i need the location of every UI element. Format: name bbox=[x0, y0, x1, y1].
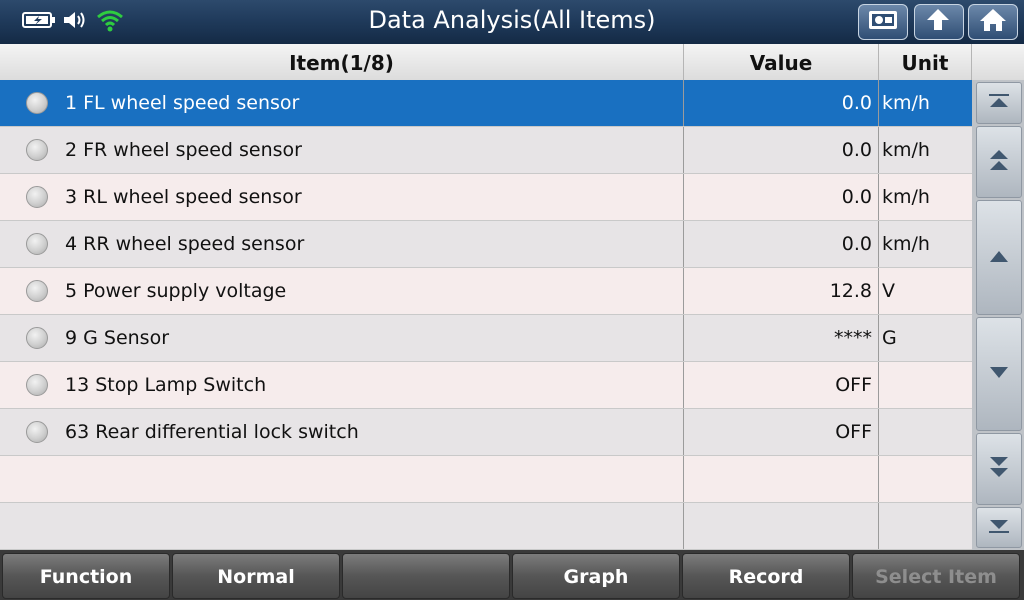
scroll-bottom-icon bbox=[987, 518, 1011, 538]
item-name: 3 RL wheel speed sensor bbox=[0, 174, 684, 220]
item-name: 63 Rear differential lock switch bbox=[0, 409, 684, 455]
table-row[interactable]: 1 FL wheel speed sensor 0.0 km/h bbox=[0, 80, 972, 127]
page-down-button[interactable] bbox=[976, 433, 1022, 505]
item-value: 0.0 bbox=[684, 80, 879, 126]
item-value: OFF bbox=[684, 362, 879, 408]
function-button[interactable]: Function bbox=[2, 553, 170, 599]
item-name: 1 FL wheel speed sensor bbox=[0, 80, 684, 126]
home-button[interactable] bbox=[968, 4, 1018, 40]
blank-button[interactable] bbox=[342, 553, 510, 599]
bottom-toolbar: Function Normal Graph Record Select Item bbox=[0, 550, 1024, 600]
item-name: 5 Power supply voltage bbox=[0, 268, 684, 314]
column-header-spacer bbox=[972, 44, 1024, 80]
line-up-button[interactable] bbox=[976, 200, 1022, 315]
line-down-icon bbox=[988, 365, 1010, 384]
line-up-icon bbox=[988, 248, 1010, 267]
scroll-controls bbox=[972, 80, 1024, 550]
item-name: 2 FR wheel speed sensor bbox=[0, 127, 684, 173]
table-header: Item(1/8) Value Unit bbox=[0, 44, 1024, 81]
report-icon bbox=[867, 8, 899, 36]
item-value: **** bbox=[684, 315, 879, 361]
table-row[interactable]: 3 RL wheel speed sensor 0.0 km/h bbox=[0, 174, 972, 221]
item-unit: km/h bbox=[882, 186, 930, 208]
report-button[interactable] bbox=[858, 4, 908, 40]
back-arrow-icon bbox=[925, 7, 953, 37]
scroll-top-icon bbox=[987, 93, 1011, 113]
item-value: OFF bbox=[684, 409, 879, 455]
item-value: 0.0 bbox=[684, 221, 879, 267]
table-row[interactable]: 9 G Sensor **** G bbox=[0, 315, 972, 362]
home-icon bbox=[979, 7, 1007, 37]
table-row[interactable]: 4 RR wheel speed sensor 0.0 km/h bbox=[0, 221, 972, 268]
table-row[interactable]: 63 Rear differential lock switch OFF bbox=[0, 409, 972, 456]
item-value: 0.0 bbox=[684, 127, 879, 173]
page-up-icon bbox=[988, 148, 1010, 176]
back-button[interactable] bbox=[914, 4, 964, 40]
record-button[interactable]: Record bbox=[682, 553, 850, 599]
item-unit: km/h bbox=[882, 233, 930, 255]
column-header-item: Item(1/8) bbox=[0, 44, 684, 80]
item-unit: V bbox=[882, 280, 895, 302]
item-unit: G bbox=[882, 327, 897, 349]
scroll-top-button[interactable] bbox=[976, 82, 1022, 124]
page-up-button[interactable] bbox=[976, 126, 1022, 198]
item-value: 12.8 bbox=[684, 268, 879, 314]
empty-row bbox=[0, 503, 972, 550]
graph-button[interactable]: Graph bbox=[512, 553, 680, 599]
scroll-bottom-button[interactable] bbox=[976, 507, 1022, 548]
item-unit bbox=[879, 409, 972, 455]
item-name: 9 G Sensor bbox=[0, 315, 684, 361]
select-item-button[interactable]: Select Item bbox=[852, 553, 1020, 599]
title-bar: Data Analysis(All Items) bbox=[0, 0, 1024, 44]
normal-button[interactable]: Normal bbox=[172, 553, 340, 599]
column-header-unit: Unit bbox=[879, 44, 972, 80]
table-row[interactable]: 2 FR wheel speed sensor 0.0 km/h bbox=[0, 127, 972, 174]
item-unit bbox=[879, 362, 972, 408]
item-value: 0.0 bbox=[684, 174, 879, 220]
item-name: 13 Stop Lamp Switch bbox=[0, 362, 684, 408]
table-row[interactable]: 13 Stop Lamp Switch OFF bbox=[0, 362, 972, 409]
item-unit: km/h bbox=[882, 92, 930, 114]
empty-row bbox=[0, 456, 972, 503]
table-row[interactable]: 5 Power supply voltage 12.8 V bbox=[0, 268, 972, 315]
page-down-icon bbox=[988, 455, 1010, 483]
item-name: 4 RR wheel speed sensor bbox=[0, 221, 684, 267]
line-down-button[interactable] bbox=[976, 317, 1022, 431]
item-unit: km/h bbox=[882, 139, 930, 161]
column-header-value: Value bbox=[684, 44, 879, 80]
